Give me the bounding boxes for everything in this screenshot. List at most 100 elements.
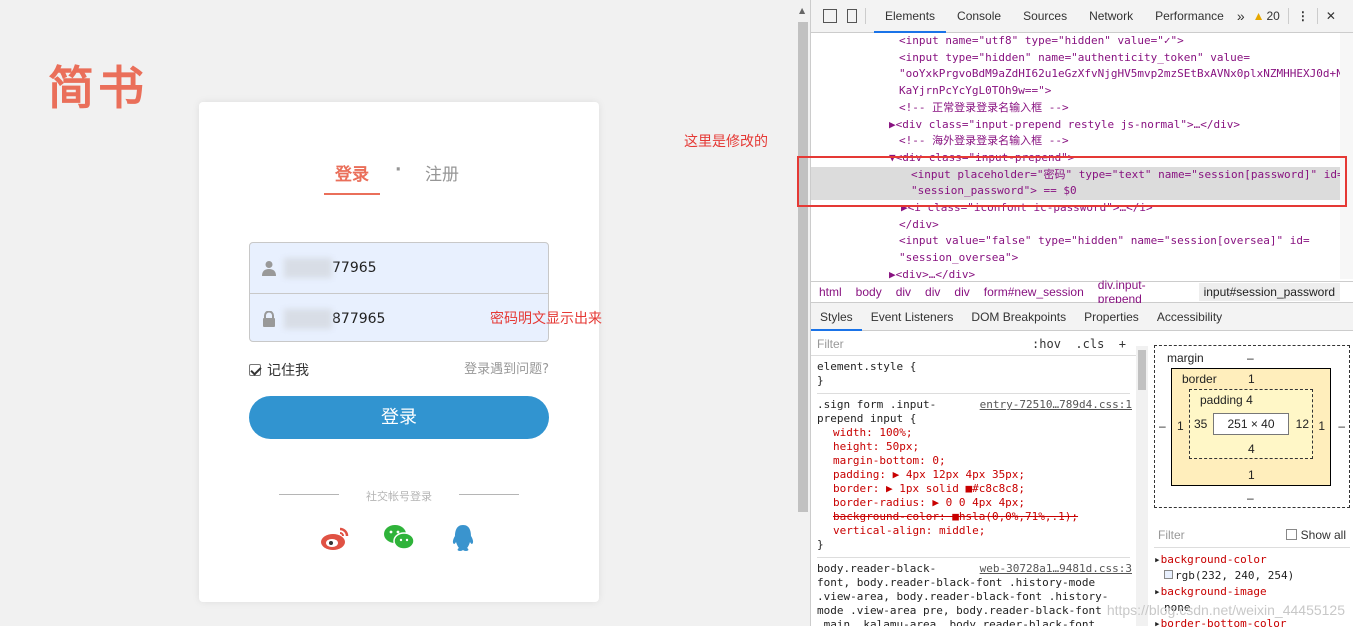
computed-item[interactable]: ▸border-bottom-color xyxy=(1154,616,1350,632)
box-content[interactable]: 251 × 40 xyxy=(1213,413,1289,435)
tab-styles[interactable]: Styles xyxy=(811,303,862,331)
show-all-toggle[interactable]: Show all xyxy=(1285,528,1346,542)
css-prop[interactable]: border-radius: ▶ 0 0 4px 4px; xyxy=(817,496,1136,510)
css-prop[interactable]: padding: ▶ 4px 12px 4px 35px; xyxy=(817,468,1136,482)
dom-line[interactable]: ▶<div>…</div> xyxy=(811,267,1341,279)
user-icon xyxy=(262,261,276,276)
rule-selector[interactable]: body.reader-black- xyxy=(817,562,936,575)
watermark: https://blog.csdn.net/weixin_44455125 xyxy=(1106,602,1345,618)
tab-accessibility[interactable]: Accessibility xyxy=(1148,303,1231,331)
dom-comment[interactable]: <!-- 正常登录登录名输入框 --> xyxy=(811,100,1341,117)
styles-pane: element.style { } .sign form .input- ent… xyxy=(811,356,1136,626)
remember-me[interactable]: 记住我 xyxy=(249,360,309,380)
tab-properties[interactable]: Properties xyxy=(1075,303,1148,331)
border-right[interactable]: 1 xyxy=(1318,419,1325,433)
computed-list: ▸background-color rgb(232, 240, 254) ▸ba… xyxy=(1154,552,1350,632)
dom-line[interactable]: "session_oversea"> xyxy=(811,250,1341,267)
padding-bottom[interactable]: 4 xyxy=(1248,442,1255,456)
computed-value: rgb(232, 240, 254) xyxy=(1154,568,1350,584)
element-style-rule[interactable]: element.style { xyxy=(817,360,1136,374)
border-bottom[interactable]: 1 xyxy=(1248,468,1255,482)
password-value: 877965 xyxy=(332,310,386,327)
css-prop[interactable]: width: 100%; xyxy=(817,426,1136,440)
devtools-toolbar: Elements Console Sources Network Perform… xyxy=(811,0,1353,33)
crumb[interactable]: div xyxy=(954,285,969,299)
dom-line[interactable]: <input name="utf8" type="hidden" value="… xyxy=(811,33,1341,50)
crumb[interactable]: div xyxy=(896,285,911,299)
tab-network[interactable]: Network xyxy=(1078,0,1144,33)
dom-line[interactable]: <input type="hidden" name="authenticity_… xyxy=(811,50,1341,67)
wechat-icon[interactable] xyxy=(383,522,415,554)
dom-line[interactable]: ▶<div class="input-prepend restyle js-no… xyxy=(811,117,1341,134)
computed-item[interactable]: ▸background-image xyxy=(1154,584,1350,600)
crumb[interactable]: div xyxy=(925,285,940,299)
rule-selector-cont: font, body.reader-black-font .history-mo… xyxy=(817,576,1096,589)
login-card: 登录 · 注册 77965 877965 记住我 登录遇到问题? 登录 社交帐号… xyxy=(199,102,599,602)
more-tabs-button[interactable]: » xyxy=(1237,8,1245,24)
crumb[interactable]: body xyxy=(856,285,882,299)
inspect-icon[interactable] xyxy=(823,9,837,23)
crumb[interactable]: html xyxy=(819,285,842,299)
tab-register[interactable]: 注册 xyxy=(425,160,459,185)
css-prop[interactable]: border: ▶ 1px solid ■#c8c8c8; xyxy=(817,482,1136,496)
rule-selector[interactable]: .sign form .input- xyxy=(817,398,936,411)
computed-item[interactable]: ▸background-color xyxy=(1154,552,1350,568)
computed-filter-input[interactable]: Filter Show all xyxy=(1154,522,1350,548)
margin-right[interactable]: – xyxy=(1338,419,1345,433)
tab-elements[interactable]: Elements xyxy=(874,0,947,33)
margin-bottom[interactable]: – xyxy=(1247,491,1254,505)
tab-performance[interactable]: Performance xyxy=(1144,0,1235,33)
warning-icon[interactable]: ▲ xyxy=(1253,9,1265,23)
tab-sources[interactable]: Sources xyxy=(1012,0,1078,33)
scroll-up-arrow[interactable]: ▲ xyxy=(799,6,805,15)
tab-login[interactable]: 登录 xyxy=(324,160,380,195)
crumb-current[interactable]: input#session_password xyxy=(1198,283,1340,301)
padding-left[interactable]: 35 xyxy=(1194,417,1207,431)
warning-count[interactable]: 20 xyxy=(1267,9,1280,23)
crumb[interactable]: form#new_session xyxy=(984,285,1084,299)
new-rule-button[interactable]: + xyxy=(1119,337,1126,351)
margin-top[interactable]: – xyxy=(1247,351,1254,365)
close-icon[interactable]: ✕ xyxy=(1326,9,1336,23)
tab-console[interactable]: Console xyxy=(946,0,1012,33)
lock-icon xyxy=(263,311,275,327)
rule-source-link[interactable]: entry-72510…789d4.css:1 xyxy=(980,398,1132,412)
padding-label: padding 4 xyxy=(1200,393,1253,407)
filter-controls: :hov .cls + xyxy=(1032,337,1126,351)
device-toggle-icon[interactable] xyxy=(847,9,857,23)
username-field[interactable]: 77965 xyxy=(250,243,548,293)
padding-right[interactable]: 12 xyxy=(1296,417,1309,431)
border-left[interactable]: 1 xyxy=(1177,419,1184,433)
cls-toggle[interactable]: .cls xyxy=(1075,337,1104,351)
tab-dom-breakpoints[interactable]: DOM Breakpoints xyxy=(962,303,1075,331)
kebab-menu-icon[interactable]: ⋮ xyxy=(1297,9,1309,23)
styles-filter-input[interactable]: Filter :hov .cls + xyxy=(811,332,1136,356)
dom-line[interactable]: KaYjrnPcYcYgL0TOh9w=="> xyxy=(811,83,1341,100)
css-prop[interactable]: margin-bottom: 0; xyxy=(817,454,1136,468)
qq-icon[interactable] xyxy=(447,522,479,554)
css-prop-overridden[interactable]: background-color: ■hsla(0,0%,71%,.1); xyxy=(817,510,1136,524)
login-help-link[interactable]: 登录遇到问题? xyxy=(464,358,549,377)
css-prop[interactable]: vertical-align: middle; xyxy=(817,524,1136,538)
remember-checkbox[interactable] xyxy=(249,364,261,376)
css-prop[interactable]: height: 50px; xyxy=(817,440,1136,454)
show-all-checkbox[interactable] xyxy=(1285,529,1297,540)
logo[interactable]: 简书 xyxy=(48,52,148,118)
page-scrollbar[interactable]: ▲ xyxy=(796,0,810,626)
dom-comment[interactable]: <!-- 海外登录登录名输入框 --> xyxy=(811,133,1341,150)
page-scrollbar-thumb[interactable] xyxy=(798,22,808,512)
filter-placeholder: Filter xyxy=(817,336,844,351)
weibo-icon[interactable] xyxy=(319,522,351,554)
hov-toggle[interactable]: :hov xyxy=(1032,337,1061,351)
dom-line[interactable]: "ooYxkPrgvoBdM9aZdHI62u1eGzXfvNjgHV5mvp2… xyxy=(811,66,1341,83)
dom-line[interactable]: </div> xyxy=(811,217,1341,234)
login-button[interactable]: 登录 xyxy=(249,396,549,439)
dom-line[interactable]: <input value="false" type="hidden" name=… xyxy=(811,233,1341,250)
styles-scrollbar[interactable] xyxy=(1136,346,1148,626)
border-label: border xyxy=(1182,372,1217,386)
tab-event-listeners[interactable]: Event Listeners xyxy=(862,303,963,331)
rule-source-link[interactable]: web-30728a1…9481d.css:3 xyxy=(980,562,1132,576)
margin-left[interactable]: – xyxy=(1159,419,1166,433)
password-blur xyxy=(284,308,332,329)
border-top[interactable]: 1 xyxy=(1248,372,1255,386)
